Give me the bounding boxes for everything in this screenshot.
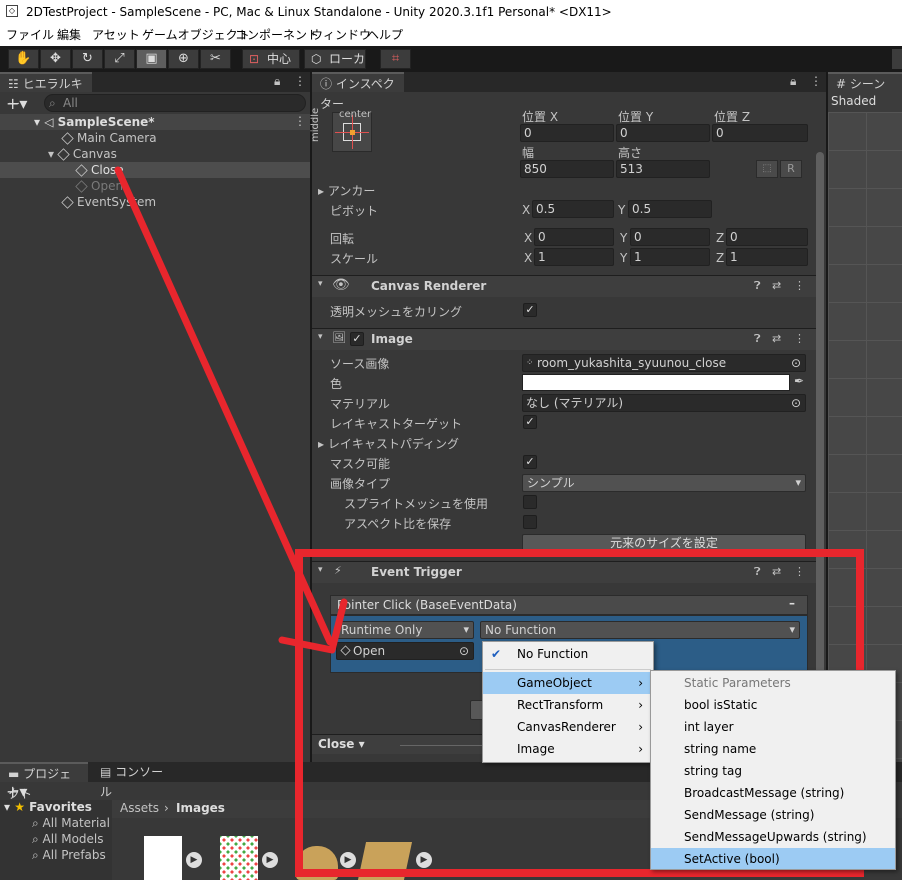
- submenu-item[interactable]: string tag: [651, 760, 895, 782]
- submenu-item-label: SetActive (bool): [684, 852, 780, 866]
- submenu-item-label: BroadcastMessage (string): [684, 786, 845, 800]
- submenu-item-label: SendMessageUpwards (string): [684, 830, 867, 844]
- submenu-item[interactable]: BroadcastMessage (string): [651, 782, 895, 804]
- submenu-item-label: SendMessage (string): [684, 808, 815, 822]
- menu-item-label: CanvasRenderer: [517, 720, 616, 734]
- menu-item-gameobject[interactable]: GameObject ›: [483, 672, 653, 694]
- submenu-item[interactable]: string name: [651, 738, 895, 760]
- submenu-arrow-icon: ›: [638, 676, 643, 690]
- submenu-item-label: bool isStatic: [684, 698, 758, 712]
- menu-item-recttransform[interactable]: RectTransform ›: [483, 694, 653, 716]
- menu-item-label: GameObject: [517, 676, 592, 690]
- submenu-arrow-icon: ›: [638, 720, 643, 734]
- gameobject-submenu: Static Parameters bool isStatic int laye…: [650, 670, 896, 870]
- submenu-item-setactive[interactable]: SetActive (bool): [651, 848, 895, 869]
- submenu-item[interactable]: SendMessage (string): [651, 804, 895, 826]
- submenu-item-label: int layer: [684, 720, 734, 734]
- menu-item-label: RectTransform: [517, 698, 604, 712]
- function-menu: ✔ No Function GameObject › RectTransform › …: [482, 641, 654, 763]
- menu-item-label: Image: [517, 742, 555, 756]
- menu-item-canvasrenderer[interactable]: CanvasRenderer ›: [483, 716, 653, 738]
- menu-separator: [485, 669, 651, 670]
- menu-item-no-function[interactable]: ✔ No Function: [483, 643, 653, 665]
- submenu-item[interactable]: SendMessageUpwards (string): [651, 826, 895, 848]
- menu-item-label: No Function: [517, 647, 589, 661]
- submenu-arrow-icon: ›: [638, 742, 643, 756]
- submenu-item-label: string tag: [684, 764, 742, 778]
- submenu-item-label: string name: [684, 742, 757, 756]
- checkmark-icon: ✔: [491, 647, 502, 661]
- submenu-header-label: Static Parameters: [684, 676, 791, 690]
- submenu-item[interactable]: bool isStatic: [651, 694, 895, 716]
- submenu-header: Static Parameters: [651, 672, 895, 694]
- menu-item-image[interactable]: Image ›: [483, 738, 653, 760]
- submenu-arrow-icon: ›: [638, 698, 643, 712]
- submenu-item[interactable]: int layer: [651, 716, 895, 738]
